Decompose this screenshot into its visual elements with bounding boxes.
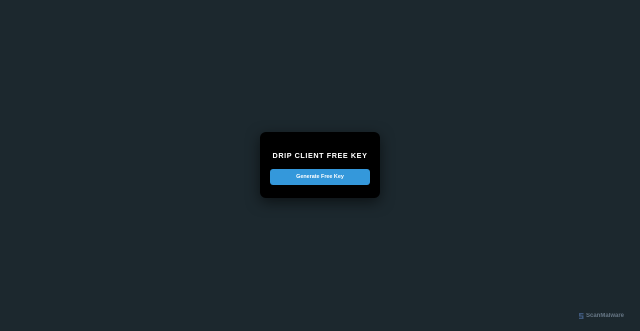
generate-free-key-button[interactable]: Generate Free Key — [270, 169, 370, 185]
card-title: DRIP CLIENT FREE KEY — [272, 151, 368, 160]
scanmalware-watermark: ScanMalware — [578, 311, 624, 321]
watermark-text: ScanMalware — [586, 313, 625, 319]
scanmalware-logo-icon — [579, 313, 584, 319]
key-card: DRIP CLIENT FREE KEY Generate Free Key — [260, 132, 380, 198]
